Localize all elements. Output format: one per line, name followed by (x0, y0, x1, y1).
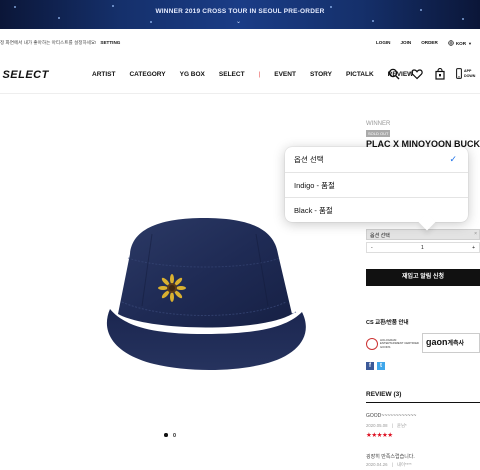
app-download-link[interactable]: APP DOWN (456, 68, 475, 79)
selected-option-label: 옵션 선택 (370, 233, 390, 239)
yg-select-logo[interactable]: YG SELECT (0, 69, 49, 81)
product-artist[interactable]: WINNER (366, 121, 390, 127)
banner-title[interactable]: WINNER 2019 CROSS TOUR IN SEOUL PRE-ORDE… (0, 8, 480, 15)
twitter-icon[interactable]: t (377, 362, 385, 370)
option-item-default[interactable]: 옵션 선택 ✓ (285, 147, 468, 172)
notice-text: 정 화면에서 내가 좋아하는 아티스트를 설정하세요! (0, 40, 97, 45)
order-link[interactable]: ORDER (421, 40, 438, 46)
selected-option-row[interactable]: 옵션 선택 × (366, 229, 480, 240)
join-link[interactable]: JOIN (400, 40, 411, 46)
global-nav: YG SELECT ARTIST CATEGORY YG BOX SELECT … (0, 58, 480, 94)
nav-story[interactable]: STORY (310, 71, 332, 78)
account-links: LOGIN JOIN ORDER KOR ▼ (376, 40, 472, 46)
review-meta-separator: | (391, 423, 393, 428)
nav-yg-box[interactable]: YG BOX (180, 71, 205, 78)
nav-event[interactable]: EVENT (274, 71, 296, 78)
sold-out-badge: SOLD OUT (366, 130, 391, 137)
header-icons (388, 68, 446, 80)
quantity-stepper: - 1 + (366, 242, 480, 253)
pagination-dot-active[interactable] (164, 433, 168, 437)
qty-minus-button[interactable]: - (371, 245, 373, 251)
option-select-popover: 옵션 선택 ✓ Indigo - 품절 Black - 품절 (285, 147, 468, 222)
search-icon[interactable] (388, 68, 400, 80)
option-label: Indigo - 품절 (294, 181, 335, 190)
option-label: 옵션 선택 (294, 155, 324, 164)
gaon-chart-logo: gaon계측사 (422, 333, 480, 353)
certified-goods-mark: HOLOGRAM ENTERTAINMENT CERTIFIED GOODS (366, 334, 420, 354)
nav-separator: | (258, 71, 261, 78)
gaon-main: gaon (426, 337, 448, 347)
review-meta-separator: | (391, 462, 393, 467)
heart-icon[interactable] (411, 68, 423, 80)
language-label: KOR (455, 40, 467, 46)
certified-seal-icon (366, 338, 378, 350)
close-icon[interactable]: × (474, 231, 477, 237)
review-text[interactable]: GOOD~~~~~~~~~~~~ (366, 413, 416, 419)
option-label: Black - 품절 (294, 206, 333, 215)
top-banner[interactable]: WINNER 2019 CROSS TOUR IN SEOUL PRE-ORDE… (0, 0, 480, 29)
checkmark-icon: ✓ (449, 154, 457, 164)
review-author: 윤님* (397, 423, 407, 428)
review-heading: REVIEW (3) (366, 391, 402, 398)
review-author: 내이**** (397, 462, 412, 467)
nav-pictalk[interactable]: PICTALK (346, 71, 374, 78)
review-text[interactable]: 굉장히 만족스럽습니다. (366, 453, 415, 460)
language-select[interactable]: KOR ▼ (448, 40, 472, 46)
app-label-bottom: DOWN (464, 73, 476, 78)
qty-value[interactable]: 1 (421, 245, 424, 251)
shopping-bag-icon[interactable] (434, 68, 446, 80)
nav-select[interactable]: SELECT (219, 71, 245, 78)
qty-plus-button[interactable]: + (472, 245, 475, 251)
share-buttons: f t (366, 362, 385, 370)
image-pagination (164, 433, 176, 437)
product-image-bucket-hat[interactable] (92, 214, 314, 374)
chevron-down-icon: ▼ (468, 40, 472, 46)
review-date: 2020.05.08 (366, 423, 388, 428)
option-item-black[interactable]: Black - 품절 (285, 197, 468, 222)
main-menu: ARTIST CATEGORY YG BOX SELECT | EVENT ST… (92, 71, 413, 78)
review-meta: 2020.05.08 | 윤님* (366, 423, 407, 429)
review-date: 2020.04.26 (366, 462, 388, 467)
login-link[interactable]: LOGIN (376, 40, 391, 46)
review-meta: 2020.04.26 | 내이**** (366, 462, 412, 468)
option-item-indigo[interactable]: Indigo - 품절 (285, 172, 468, 197)
phone-icon (456, 68, 462, 79)
artist-setting-notice: 정 화면에서 내가 좋아하는 아티스트를 설정하세요! SETTING (0, 40, 120, 46)
nav-category[interactable]: CATEGORY (129, 71, 165, 78)
setting-link[interactable]: SETTING (100, 40, 120, 45)
globe-icon (448, 40, 454, 46)
review-stars: ★★★★★ (366, 432, 393, 439)
gaon-sub: 계측사 (447, 341, 465, 347)
pagination-dot[interactable] (172, 433, 176, 437)
chevron-down-icon[interactable]: ⌄ (236, 18, 241, 25)
nav-artist[interactable]: ARTIST (92, 71, 115, 78)
cs-exchange-return-info[interactable]: CS 교환/반품 안내 (366, 318, 409, 326)
facebook-icon[interactable]: f (366, 362, 374, 370)
review-divider (366, 402, 480, 403)
restock-alert-button[interactable]: 재입고 알림 신청 (366, 269, 480, 286)
cert-text: HOLOGRAM ENTERTAINMENT CERTIFIED GOODS (380, 337, 419, 349)
